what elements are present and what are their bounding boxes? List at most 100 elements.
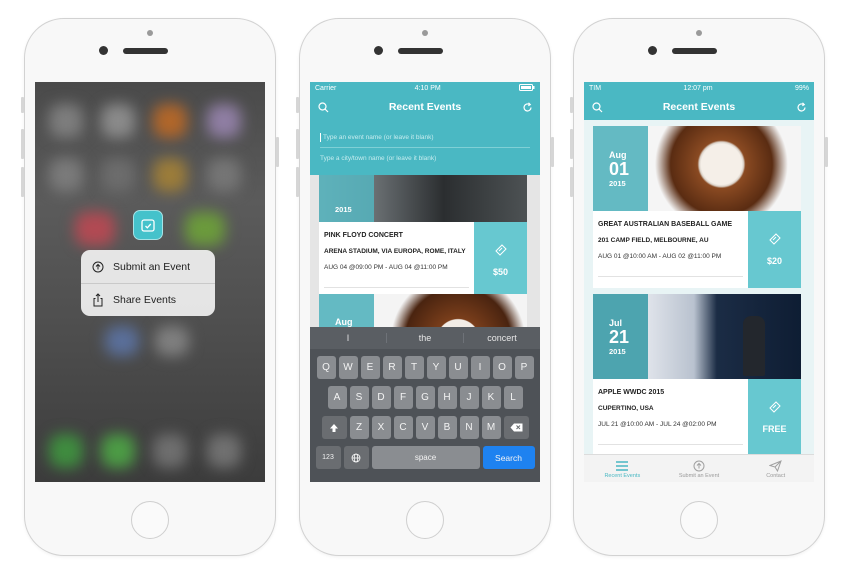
tab-contact[interactable]: Contact	[737, 455, 814, 482]
camera	[696, 30, 702, 36]
speaker-grille	[398, 48, 443, 54]
app-screen-search: Carrier 4:10 PM Recent Events Type an ev…	[310, 82, 540, 482]
globe-key[interactable]	[343, 446, 369, 469]
space-key[interactable]: space	[371, 446, 480, 469]
blurred-app-icon	[75, 212, 115, 246]
refresh-icon[interactable]	[794, 100, 808, 114]
key[interactable]: H	[437, 386, 457, 409]
suggestion[interactable]: I	[310, 333, 386, 343]
key[interactable]: I	[470, 356, 490, 379]
blurred-app-icon	[185, 212, 225, 246]
key[interactable]: Z	[349, 416, 369, 439]
key[interactable]: Y	[426, 356, 446, 379]
page-title: Recent Events	[662, 101, 736, 113]
shift-key[interactable]	[321, 416, 347, 439]
event-info: GREAT AUSTRALIAN BASEBALL GAME 201 CAMP …	[593, 211, 748, 288]
search-icon[interactable]	[316, 100, 330, 114]
event-name-field[interactable]: Type an event name (or leave it blank)	[320, 128, 530, 148]
quick-action-label: Submit an Event	[113, 260, 191, 273]
clock: 4:10 PM	[414, 84, 441, 92]
key[interactable]: Q	[316, 356, 336, 379]
mute-switch	[21, 97, 24, 113]
battery-icon	[519, 83, 535, 93]
refresh-icon[interactable]	[520, 100, 534, 114]
blurred-dock-icon	[101, 434, 135, 468]
key[interactable]: V	[415, 416, 435, 439]
numbers-key[interactable]: 123	[315, 446, 341, 469]
quick-action-share-events[interactable]: Share Events	[81, 283, 215, 316]
key[interactable]: N	[459, 416, 479, 439]
home-button[interactable]	[131, 501, 169, 539]
event-title: PINK FLOYD CONCERT	[324, 232, 403, 239]
quick-action-submit-event[interactable]: Submit an Event	[81, 250, 215, 283]
key[interactable]: T	[404, 356, 424, 379]
volume-down-button	[21, 167, 24, 197]
key[interactable]: G	[415, 386, 435, 409]
divider	[598, 276, 743, 277]
event-dates: JUL 21 @10:00 AM - JUL 24 @02:00 PM	[598, 421, 717, 428]
home-button[interactable]	[406, 501, 444, 539]
tab-recent-events[interactable]: Recent Events	[584, 455, 661, 482]
event-image: Aug 01 2015	[593, 126, 801, 211]
text-caret	[320, 133, 321, 142]
key[interactable]: C	[393, 416, 413, 439]
event-dates: AUG 01 @10:00 AM - AUG 02 @11:00 PM	[598, 253, 722, 260]
key[interactable]: B	[437, 416, 457, 439]
event-price-box[interactable]: $20	[748, 211, 801, 288]
quick-actions-menu: Submit an Event Share Events	[81, 250, 215, 316]
sensor	[99, 46, 108, 55]
blurred-app-icon	[49, 104, 83, 138]
event-title: APPLE WWDC 2015	[598, 389, 665, 396]
key-row: A S D F G H J K L	[310, 386, 540, 409]
app-screen-events: TIM 12:07 pm 99% Recent Events Aug 01 20…	[584, 82, 814, 482]
key[interactable]: A	[327, 386, 347, 409]
battery-label: 99%	[794, 84, 809, 92]
divider	[598, 444, 743, 445]
key[interactable]: E	[360, 356, 380, 379]
tab-label: Contact	[766, 472, 786, 479]
nav-bar: Recent Events	[584, 94, 814, 120]
blurred-app-icon	[207, 104, 241, 138]
key[interactable]: D	[371, 386, 391, 409]
suggestion[interactable]: the	[386, 333, 463, 343]
power-button	[551, 137, 554, 167]
delete-key[interactable]	[503, 416, 529, 439]
tab-label: Recent Events	[604, 472, 641, 479]
event-price-box[interactable]: FREE	[748, 379, 801, 456]
app-icon[interactable]	[133, 210, 163, 240]
search-key[interactable]: Search	[482, 446, 535, 469]
search-icon[interactable]	[590, 100, 604, 114]
key[interactable]: K	[481, 386, 501, 409]
key[interactable]: M	[481, 416, 501, 439]
event-month: Jul	[609, 317, 623, 328]
key[interactable]: R	[382, 356, 402, 379]
ticket-icon	[768, 401, 781, 415]
event-info: APPLE WWDC 2015 CUPERTINO, USA JUL 21 @1…	[593, 379, 748, 456]
key[interactable]: F	[393, 386, 413, 409]
city-name-field[interactable]: Type a city/town name (or leave it blank…	[320, 148, 530, 168]
blurred-app-icon	[101, 104, 135, 138]
blurred-app-icon	[153, 158, 187, 192]
home-button[interactable]	[680, 501, 718, 539]
backspace-icon	[510, 423, 522, 432]
sensor	[374, 46, 383, 55]
key[interactable]: W	[338, 356, 358, 379]
key[interactable]: X	[371, 416, 391, 439]
key[interactable]: O	[492, 356, 512, 379]
speaker-grille	[672, 48, 717, 54]
list-icon	[615, 459, 629, 473]
blurred-app-icon	[101, 158, 135, 192]
event-title: GREAT AUSTRALIAN BASEBALL GAME	[598, 221, 733, 228]
event-price: FREE	[762, 424, 787, 434]
key[interactable]: U	[448, 356, 468, 379]
event-name-placeholder: Type an event name (or leave it blank)	[323, 134, 434, 141]
suggestion[interactable]: concert	[463, 333, 540, 343]
key[interactable]: L	[503, 386, 523, 409]
event-price-box[interactable]: $50	[474, 222, 527, 299]
page-title: Recent Events	[388, 101, 462, 113]
key[interactable]: J	[459, 386, 479, 409]
key[interactable]: P	[514, 356, 534, 379]
search-panel: Type an event name (or leave it blank) T…	[310, 120, 540, 175]
tab-submit-event[interactable]: Submit an Event	[661, 455, 738, 482]
key[interactable]: S	[349, 386, 369, 409]
